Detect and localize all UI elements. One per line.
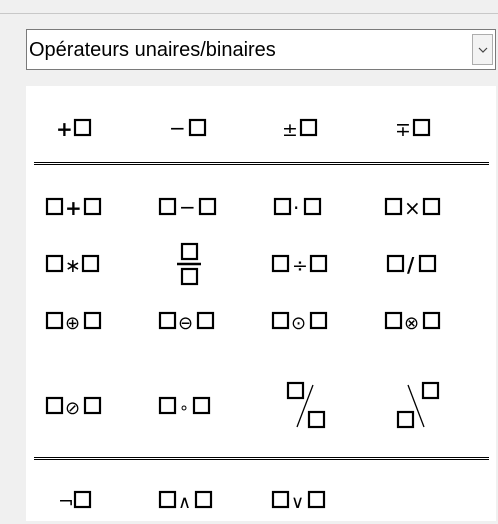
- unary-plusminus-symbol[interactable]: ±: [249, 104, 359, 152]
- placeholder-box: [180, 242, 199, 261]
- binary-or-symbol[interactable]: ∨: [249, 476, 359, 524]
- op-text: ∘: [179, 398, 189, 417]
- placeholder-box: [418, 254, 437, 273]
- binary-plus-symbol[interactable]: +: [23, 183, 133, 231]
- placeholder-box: [198, 197, 217, 216]
- placeholder-box: [412, 118, 431, 137]
- placeholder-box: [45, 254, 64, 273]
- op-text: ∧: [178, 492, 191, 513]
- binary-ominus-symbol[interactable]: ⊖: [136, 297, 246, 345]
- placeholder-box: [271, 311, 290, 330]
- op-text: ∗: [65, 255, 81, 277]
- placeholder-box: [81, 254, 100, 273]
- binary-minus-symbol[interactable]: −: [136, 183, 246, 231]
- op-text: +: [56, 117, 73, 141]
- placeholder-box: [386, 254, 405, 273]
- placeholder-box: [83, 197, 102, 216]
- placeholder-box: [45, 396, 64, 415]
- group-separator: [34, 457, 489, 460]
- fraction-symbol[interactable]: [136, 240, 246, 288]
- op-text: ×: [404, 196, 421, 220]
- placeholder-box: [396, 410, 415, 429]
- binary-circ-symbol[interactable]: ∘: [136, 382, 246, 430]
- placeholder-box: [422, 197, 441, 216]
- op-text: /: [407, 253, 415, 277]
- placeholder-box: [188, 118, 207, 137]
- op-text: ⊙: [291, 313, 306, 334]
- placeholder-box: [158, 311, 177, 330]
- placeholder-box: [45, 311, 64, 330]
- binary-div-symbol[interactable]: ÷: [249, 240, 359, 288]
- top-separator: [0, 13, 498, 14]
- symbols-panel: + − ± ∓ + − · × ∗ ÷ / ⊕ ⊖ ⊙ ⊗ ⊘ ∘ ¬ ∧ ∨: [26, 86, 496, 521]
- dropdown-button[interactable]: [472, 34, 493, 65]
- placeholder-box: [45, 197, 64, 216]
- placeholder-box: [83, 311, 102, 330]
- placeholder-box: [384, 197, 403, 216]
- placeholder-box: [299, 118, 318, 137]
- placeholder-box: [196, 311, 215, 330]
- op-text: ¬: [58, 491, 74, 513]
- op-text: ⊖: [178, 313, 193, 334]
- placeholder-box: [83, 396, 102, 415]
- placeholder-box: [180, 267, 199, 286]
- op-text: ∨: [291, 492, 304, 513]
- placeholder-box: [271, 490, 290, 509]
- placeholder-box: [307, 490, 326, 509]
- binary-oslash-symbol[interactable]: ⊘: [23, 382, 133, 430]
- placeholder-box: [307, 410, 326, 429]
- op-text: ⊘: [65, 398, 80, 419]
- placeholder-box: [158, 490, 177, 509]
- placeholder-box: [273, 197, 292, 216]
- group-separator: [34, 162, 489, 165]
- binary-times-symbol[interactable]: ×: [362, 183, 472, 231]
- wide-slash-symbol[interactable]: [249, 381, 359, 430]
- placeholder-box: [158, 197, 177, 216]
- placeholder-box: [286, 381, 305, 400]
- placeholder-box: [73, 118, 92, 137]
- binary-slash-symbol[interactable]: /: [362, 240, 472, 288]
- placeholder-box: [421, 381, 440, 400]
- op-text: +: [65, 196, 82, 220]
- op-text: ±: [282, 119, 298, 141]
- binary-otimes-symbol[interactable]: ⊗: [362, 297, 472, 345]
- binary-odot-symbol[interactable]: ⊙: [249, 297, 359, 345]
- unary-minus-symbol[interactable]: −: [136, 104, 246, 152]
- placeholder-box: [422, 311, 441, 330]
- op-text: ∓: [395, 119, 411, 141]
- placeholder-box: [384, 311, 403, 330]
- op-text: −: [179, 195, 196, 219]
- op-text: −: [169, 116, 186, 140]
- chevron-down-icon: [478, 47, 488, 53]
- op-text: ⊕: [65, 313, 80, 334]
- placeholder-box: [309, 254, 328, 273]
- backslash-line: [407, 384, 425, 428]
- wide-backslash-symbol[interactable]: [362, 381, 472, 430]
- placeholder-box: [192, 396, 211, 415]
- slash-line: [296, 384, 314, 428]
- category-dropdown[interactable]: Opérateurs unaires/binaires: [26, 29, 496, 70]
- placeholder-box: [309, 311, 328, 330]
- category-dropdown-value: Opérateurs unaires/binaires: [29, 39, 276, 61]
- op-text: ·: [293, 196, 299, 220]
- op-text: ⊗: [404, 313, 419, 334]
- neg-symbol[interactable]: ¬: [23, 476, 133, 524]
- placeholder-box: [303, 197, 322, 216]
- unary-plus-symbol[interactable]: +: [23, 104, 133, 152]
- unary-minusplus-symbol[interactable]: ∓: [362, 104, 472, 152]
- binary-oplus-symbol[interactable]: ⊕: [23, 297, 133, 345]
- placeholder-box: [158, 396, 177, 415]
- placeholder-box: [271, 254, 290, 273]
- binary-ast-symbol[interactable]: ∗: [23, 240, 133, 288]
- placeholder-box: [194, 490, 213, 509]
- binary-and-symbol[interactable]: ∧: [136, 476, 246, 524]
- op-text: ÷: [292, 255, 308, 277]
- binary-cdot-symbol[interactable]: ·: [249, 183, 359, 231]
- placeholder-box: [73, 490, 92, 509]
